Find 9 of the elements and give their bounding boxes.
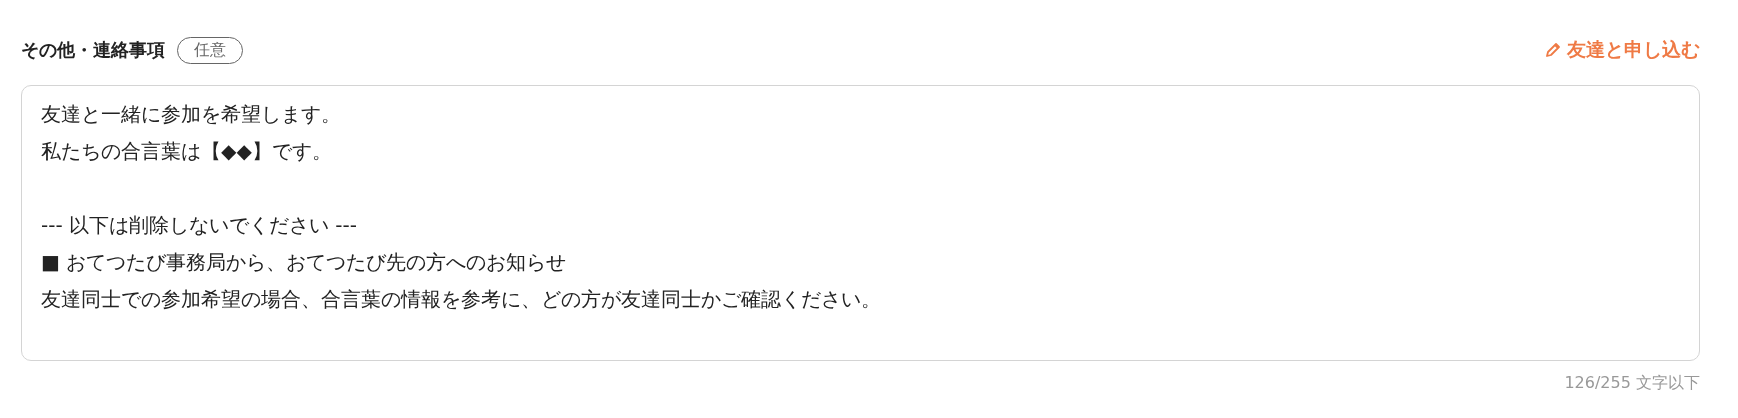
- message-line: 友達と一緒に参加を希望します。: [41, 101, 341, 128]
- pencil-icon: [1545, 42, 1561, 58]
- message-line: ■ おてつたび事務局から、おてつたび先の方へのお知らせ: [41, 249, 567, 276]
- message-line: --- 以下は削除しないでください ---: [41, 212, 357, 239]
- message-field[interactable]: 友達と一緒に参加を希望します。 私たちの合言葉は【◆◆】です。 --- 以下は削除しないでください --- ■ おてつたび事務局から、おてつたび先の方へのお知らせ 友達同士での参加希望の場合、合言葉の情報を参考に、どの方が友達同士かご確認ください。: [21, 85, 1700, 361]
- message-line: 友達同士での参加希望の場合、合言葉の情報を参考に、どの方が友達同士かご確認ください。: [41, 286, 881, 313]
- message-line: 私たちの合言葉は【◆◆】です。: [41, 138, 332, 165]
- character-counter: 126/255 文字以下: [1564, 373, 1700, 394]
- field-label: その他・連絡事項: [21, 38, 165, 62]
